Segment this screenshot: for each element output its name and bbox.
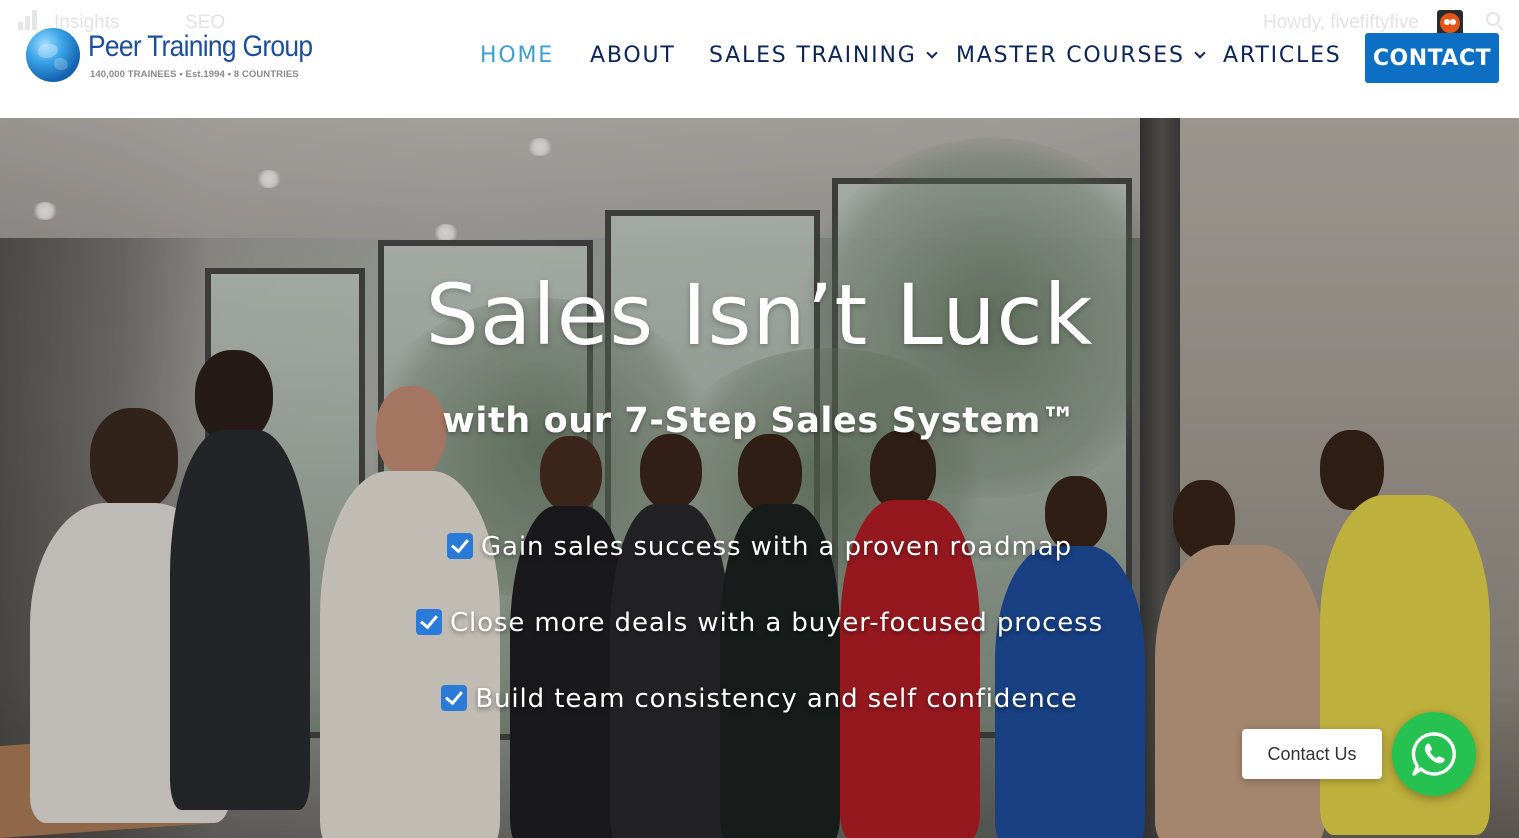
nav-item-sales-training[interactable]: SALES TRAINING xyxy=(709,43,938,68)
contact-us-chip[interactable]: Contact Us xyxy=(1242,729,1382,779)
nav-item-home[interactable]: HOME xyxy=(480,43,554,68)
chevron-down-icon xyxy=(925,47,938,59)
nav-home-label: HOME xyxy=(480,43,554,68)
hero-bullet-text: Gain sales success with a proven roadmap xyxy=(480,532,1073,562)
hero-bullet: Build team consistency and self confiden… xyxy=(0,684,1519,714)
hero-bullet-text: Close more deals with a buyer-focused pr… xyxy=(449,608,1104,638)
checkbox-check-icon xyxy=(446,533,473,559)
chevron-down-icon xyxy=(1194,47,1206,59)
nav-about-label: ABOUT xyxy=(590,43,676,68)
contact-button[interactable]: CONTACT xyxy=(1365,33,1499,83)
nav-item-articles[interactable]: ARTICLES xyxy=(1223,43,1342,68)
hero-bullet-text: Build team consistency and self confiden… xyxy=(475,684,1078,714)
nav-master-courses-label: MASTER COURSES xyxy=(956,43,1185,68)
checkbox-check-icon xyxy=(415,609,442,635)
checkbox-check-icon xyxy=(441,685,468,711)
main-nav: HOME ABOUT SALES TRAINING MASTER COURSES… xyxy=(0,33,1519,83)
hero-bullet: Close more deals with a buyer-focused pr… xyxy=(0,608,1519,638)
nav-item-about[interactable]: ABOUT xyxy=(590,43,676,68)
hero-title: Sales Isn’t Luck xyxy=(425,266,1094,364)
nav-sales-training-label: SALES TRAINING xyxy=(709,43,917,68)
hero-bullet: Gain sales success with a proven roadmap xyxy=(0,532,1519,562)
hero-subtitle: with our 7-Step Sales System™ xyxy=(442,401,1077,441)
nav-item-master-courses[interactable]: MASTER COURSES xyxy=(956,43,1206,68)
admin-howdy-label[interactable]: Howdy, fivefiftyfive xyxy=(1263,12,1419,34)
nav-articles-label: ARTICLES xyxy=(1223,43,1342,68)
admin-search-icon[interactable] xyxy=(1486,12,1506,32)
whatsapp-icon xyxy=(1411,732,1456,776)
whatsapp-button[interactable] xyxy=(1392,712,1476,796)
